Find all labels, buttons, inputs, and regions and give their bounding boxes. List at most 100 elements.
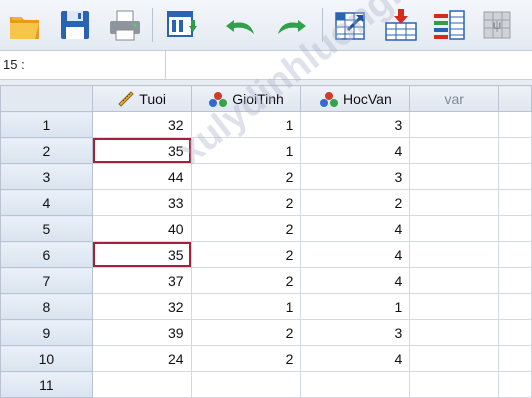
grid-corner[interactable] [0, 85, 93, 112]
cell-hocvan[interactable] [300, 371, 411, 398]
row-number[interactable]: 11 [0, 371, 93, 398]
column-header-label: HocVan [342, 90, 392, 107]
cell-hocvan[interactable]: 4 [300, 267, 411, 294]
cell-gioitinh[interactable]: 2 [190, 319, 302, 346]
cell-var[interactable] [409, 293, 500, 320]
data-grid: Tuoi GioiTinh HocVan var 1 32 1 3 2 35 1… [0, 85, 532, 398]
cell-gioitinh[interactable]: 1 [190, 293, 302, 320]
cell-gioitinh[interactable]: 1 [190, 111, 302, 138]
table-row: 7 37 2 4 [0, 267, 532, 294]
cell-extra[interactable] [498, 137, 532, 164]
column-header-extra[interactable] [498, 85, 532, 112]
cell-extra[interactable] [498, 371, 532, 398]
cell-var[interactable] [409, 111, 500, 138]
row-number[interactable]: 5 [0, 215, 93, 242]
cell-tuoi[interactable]: 32 [91, 293, 192, 320]
nominal-balls-icon [209, 91, 228, 107]
toolbar: ψ [0, 0, 532, 51]
cell-tuoi[interactable]: 33 [91, 189, 192, 216]
cell-hocvan[interactable]: 4 [300, 137, 411, 164]
cell-editor-bar: 15 : [0, 51, 532, 80]
column-header-var[interactable]: var [409, 85, 500, 112]
cell-gioitinh[interactable]: 1 [190, 137, 302, 164]
cell-tuoi-highlighted[interactable]: 35 [91, 137, 192, 164]
open-icon[interactable] [6, 6, 44, 44]
column-header-label: GioiTinh [232, 90, 284, 107]
row-number[interactable]: 4 [0, 189, 93, 216]
column-header-label: var [444, 90, 464, 107]
cell-extra[interactable] [498, 111, 532, 138]
cell-extra[interactable] [498, 267, 532, 294]
cell-gioitinh[interactable]: 2 [190, 267, 302, 294]
split-file-icon[interactable]: ψ [478, 6, 516, 44]
cell-tuoi[interactable]: 39 [91, 319, 192, 346]
cell-extra[interactable] [498, 319, 532, 346]
save-icon[interactable] [56, 6, 94, 44]
cell-hocvan[interactable]: 4 [300, 241, 411, 268]
cell-var[interactable] [409, 189, 500, 216]
table-row: 8 32 1 1 [0, 293, 532, 320]
undo-icon[interactable] [222, 6, 260, 44]
cell-var[interactable] [409, 319, 500, 346]
cell-gioitinh[interactable]: 2 [190, 163, 302, 190]
column-header-hocvan[interactable]: HocVan [300, 85, 411, 112]
goto-variable-icon[interactable] [382, 6, 420, 44]
row-number[interactable]: 7 [0, 267, 93, 294]
cell-gioitinh[interactable]: 2 [190, 241, 302, 268]
variables-icon[interactable] [430, 6, 468, 44]
cell-tuoi[interactable]: 44 [91, 163, 192, 190]
cell-extra[interactable] [498, 293, 532, 320]
column-header-gioitinh[interactable]: GioiTinh [190, 85, 302, 112]
print-icon[interactable] [106, 6, 144, 44]
cell-extra[interactable] [498, 345, 532, 372]
svg-text:ψ: ψ [493, 18, 502, 33]
table-row: 6 35 2 4 [0, 241, 532, 268]
cell-tuoi[interactable]: 40 [91, 215, 192, 242]
cell-extra[interactable] [498, 163, 532, 190]
cell-tuoi[interactable]: 37 [91, 267, 192, 294]
scale-ruler-icon [118, 90, 134, 107]
cell-var[interactable] [409, 137, 500, 164]
cell-value-input[interactable] [168, 51, 532, 79]
cell-hocvan[interactable]: 3 [300, 319, 411, 346]
table-row: 3 44 2 3 [0, 163, 532, 190]
cell-hocvan[interactable]: 3 [300, 111, 411, 138]
table-row: 11 [0, 371, 532, 398]
cell-hocvan[interactable]: 2 [300, 189, 411, 216]
cell-tuoi[interactable] [91, 371, 192, 398]
cell-gioitinh[interactable]: 2 [190, 189, 302, 216]
cell-gioitinh[interactable]: 2 [190, 345, 302, 372]
cell-var[interactable] [409, 267, 500, 294]
row-number[interactable]: 3 [0, 163, 93, 190]
goto-case-icon[interactable] [332, 6, 370, 44]
cell-extra[interactable] [498, 215, 532, 242]
recall-dialog-icon[interactable] [164, 6, 202, 44]
cell-var[interactable] [409, 345, 500, 372]
cell-extra[interactable] [498, 189, 532, 216]
row-number[interactable]: 2 [0, 137, 93, 164]
cell-tuoi[interactable]: 24 [91, 345, 192, 372]
cell-hocvan[interactable]: 1 [300, 293, 411, 320]
row-number[interactable]: 1 [0, 111, 93, 138]
cell-var[interactable] [409, 163, 500, 190]
cell-tuoi[interactable]: 32 [91, 111, 192, 138]
cell-var[interactable] [409, 241, 500, 268]
cell-tuoi-highlighted[interactable]: 35 [91, 241, 192, 268]
column-header-tuoi[interactable]: Tuoi [91, 85, 192, 112]
redo-icon[interactable] [272, 6, 310, 44]
cell-var[interactable] [409, 371, 500, 398]
cell-hocvan[interactable]: 4 [300, 345, 411, 372]
row-number[interactable]: 10 [0, 345, 93, 372]
cell-hocvan[interactable]: 3 [300, 163, 411, 190]
table-row: 9 39 2 3 [0, 319, 532, 346]
cell-gioitinh[interactable] [190, 371, 302, 398]
row-number[interactable]: 6 [0, 241, 93, 268]
cell-extra[interactable] [498, 241, 532, 268]
row-number[interactable]: 8 [0, 293, 93, 320]
row-number[interactable]: 9 [0, 319, 93, 346]
cell-gioitinh[interactable]: 2 [190, 215, 302, 242]
table-row: 5 40 2 4 [0, 215, 532, 242]
cell-var[interactable] [409, 215, 500, 242]
cell-hocvan[interactable]: 4 [300, 215, 411, 242]
table-row: 1 32 1 3 [0, 111, 532, 138]
